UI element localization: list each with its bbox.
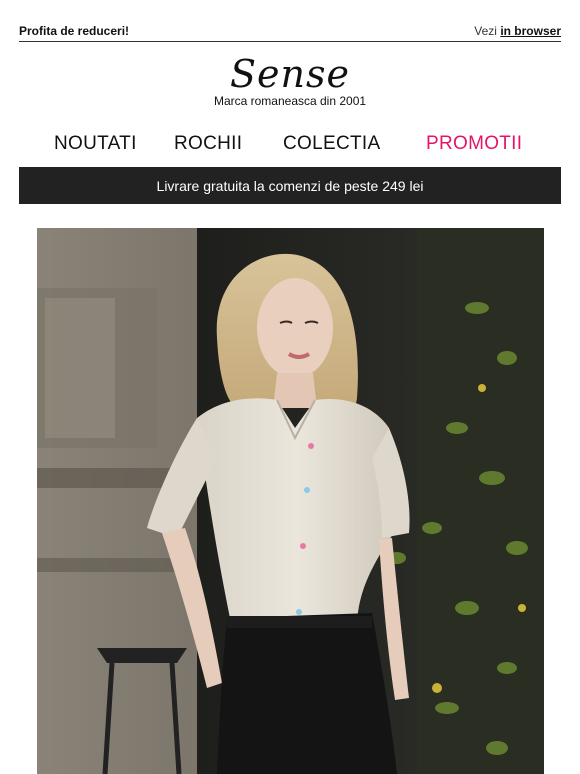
nav-item-colectia[interactable]: COLECTIA [283,133,380,155]
promo-link[interactable]: Profita de reduceri! [19,24,129,38]
nav-item-promotii[interactable]: PROMOTII [426,133,522,155]
view-prefix: Vezi [474,24,497,38]
brand-logo[interactable]: Sense [0,52,580,96]
nav-item-noutati[interactable]: NOUTATI [54,133,137,155]
top-bar: Profita de reduceri! Vezi in browser [19,24,561,42]
view-in-browser-link[interactable]: in browser [500,24,561,38]
main-nav: NOUTATI ROCHII COLECTIA PROMOTII [0,133,580,159]
nav-item-rochii[interactable]: ROCHII [174,133,242,155]
brand-tagline: Marca romaneasca din 2001 [213,94,367,108]
shipping-banner-text: Livrare gratuita la comenzi de peste 249… [156,177,424,194]
shipping-banner: Livrare gratuita la comenzi de peste 249… [19,167,561,204]
hero-image[interactable] [37,228,544,774]
model-photo [37,228,544,774]
view-in-browser: Vezi in browser [474,24,561,38]
